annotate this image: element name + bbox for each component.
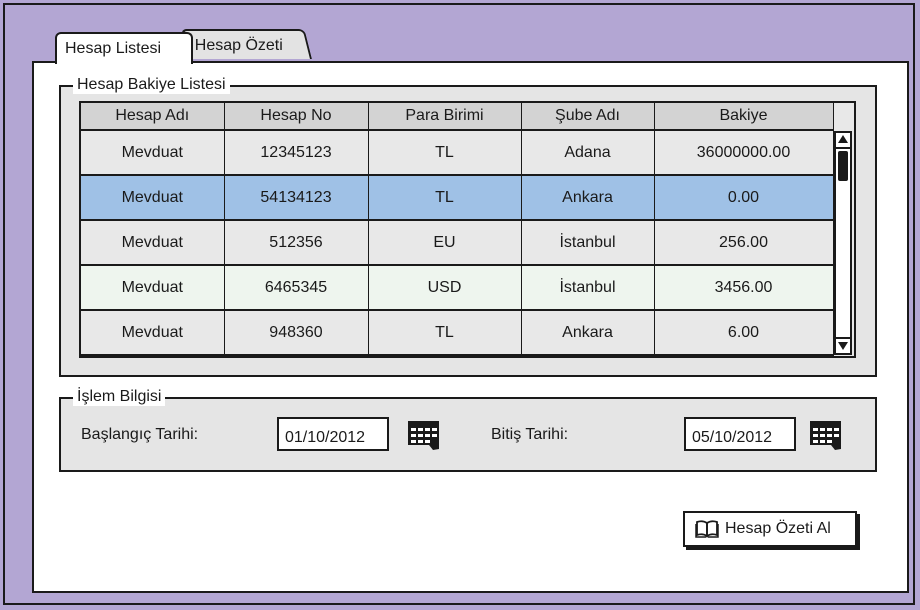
group-title: İşlem Bilgisi: [62, 388, 166, 406]
column-header-para-birimi[interactable]: Para Birimi: [368, 103, 522, 131]
account-grid: Hesap Adı Hesap No Para Birimi Şube Adı …: [81, 103, 834, 356]
table-scrollbar[interactable]: [834, 131, 852, 355]
end-date-field[interactable]: [684, 417, 796, 451]
cell-para-birimi: EU: [368, 220, 522, 266]
cell-sube-adi: İstanbul: [521, 220, 655, 266]
cell-hesap-no: 948360: [224, 310, 369, 356]
column-header-sube-adi[interactable]: Şube Adı: [521, 103, 655, 131]
calendar-icon[interactable]: [407, 419, 441, 451]
cell-para-birimi: TL: [368, 310, 522, 356]
start-date-field[interactable]: [277, 417, 389, 451]
column-header-hesap-adi[interactable]: Hesap Adı: [81, 103, 225, 131]
cell-para-birimi: TL: [368, 175, 522, 221]
cell-hesap-no: 512356: [224, 220, 369, 266]
cell-sube-adi: Adana: [521, 130, 655, 176]
cell-bakiye: 3456.00: [654, 265, 834, 311]
table-row[interactable]: Mevduat 6465345 USD İstanbul 3456.00: [81, 265, 834, 311]
cell-hesap-no: 6465345: [224, 265, 369, 311]
table-row[interactable]: Mevduat 512356 EU İstanbul 256.00: [81, 220, 834, 266]
open-book-icon: [695, 520, 719, 538]
cell-bakiye: 256.00: [654, 220, 834, 266]
button-label: Hesap Özeti Al: [725, 520, 831, 537]
arrow-down-icon: [838, 342, 848, 350]
end-date-label: Bitiş Tarihi:: [491, 426, 569, 443]
cell-bakiye: 0.00: [654, 175, 834, 221]
cell-hesap-adi: Mevduat: [81, 310, 225, 356]
tab-hesap-ozeti[interactable]: Hesap Özeti: [180, 29, 312, 59]
arrow-up-icon: [838, 135, 848, 143]
table-row[interactable]: Mevduat 12345123 TL Adana 36000000.00: [81, 130, 834, 176]
calendar-icon[interactable]: [809, 419, 843, 451]
hesap-ozeti-al-button[interactable]: Hesap Özeti Al: [683, 511, 857, 547]
tab-label: Hesap Listesi: [65, 40, 162, 57]
cell-bakiye: 6.00: [654, 310, 834, 356]
cell-hesap-adi: Mevduat: [81, 220, 225, 266]
cell-hesap-no: 12345123: [224, 130, 369, 176]
cell-para-birimi: USD: [368, 265, 522, 311]
table-header-row: Hesap Adı Hesap No Para Birimi Şube Adı …: [81, 103, 834, 131]
cell-sube-adi: Ankara: [521, 175, 655, 221]
table-row[interactable]: Mevduat 948360 TL Ankara 6.00: [81, 310, 834, 356]
scroll-thumb[interactable]: [838, 151, 848, 181]
cell-bakiye: 36000000.00: [654, 130, 834, 176]
column-header-hesap-no[interactable]: Hesap No: [224, 103, 369, 131]
group-title: Hesap Bakiye Listesi: [63, 76, 230, 94]
cell-sube-adi: İstanbul: [521, 265, 655, 311]
cell-sube-adi: Ankara: [521, 310, 655, 356]
account-table: Hesap Adı Hesap No Para Birimi Şube Adı …: [79, 101, 856, 358]
tab-hesap-listesi[interactable]: Hesap Listesi: [55, 32, 193, 64]
cell-hesap-adi: Mevduat: [81, 130, 225, 176]
scroll-down-button[interactable]: [836, 337, 850, 353]
cell-para-birimi: TL: [368, 130, 522, 176]
scroll-up-button[interactable]: [836, 133, 850, 149]
cell-hesap-adi: Mevduat: [81, 265, 225, 311]
cell-hesap-adi: Mevduat: [81, 175, 225, 221]
start-date-label: Başlangıç Tarihi:: [81, 426, 199, 443]
tab-label: Hesap Özeti: [194, 37, 283, 54]
table-row-selected[interactable]: Mevduat 54134123 TL Ankara 0.00: [81, 175, 834, 221]
cell-hesap-no: 54134123: [224, 175, 369, 221]
column-header-bakiye[interactable]: Bakiye: [654, 103, 834, 131]
